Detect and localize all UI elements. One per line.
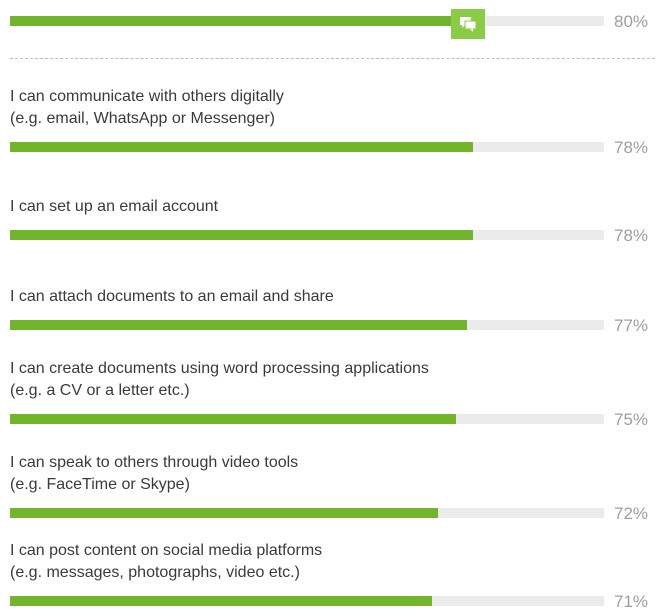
bar-track [10, 508, 604, 518]
highlight-bar-track [10, 16, 604, 26]
category-label-line: I can communicate with others digitally [10, 88, 284, 105]
value-label: 72% [614, 504, 649, 523]
category-label-line: I can attach documents to an email and s… [10, 288, 334, 305]
value-label: 77% [614, 316, 649, 335]
bar-track [10, 230, 604, 240]
bar [10, 230, 473, 240]
category-label-line: I can speak to others through video tool… [10, 454, 299, 471]
bar-track [10, 142, 604, 152]
bar [10, 320, 467, 330]
category-label: I can attach documents to an email and s… [10, 286, 610, 308]
bar [10, 142, 473, 152]
category-label: I can create documents using word proces… [10, 358, 610, 402]
category-label: I can set up an email account [10, 196, 610, 218]
highlight-value-label: 80% [614, 12, 649, 31]
category-label-line: (e.g. messages, photographs, video etc.) [10, 564, 300, 581]
highlight-bar [10, 16, 485, 26]
category-label-line: (e.g. a CV or a letter etc.) [10, 382, 190, 399]
bar [10, 596, 432, 606]
category-label: I can speak to others through video tool… [10, 452, 610, 496]
bar-track [10, 320, 604, 330]
dashed-divider [10, 58, 655, 59]
value-label: 71% [614, 592, 649, 611]
category-label: I can post content on social media platf… [10, 540, 610, 584]
category-label-line: (e.g. FaceTime or Skype) [10, 476, 190, 493]
value-label: 78% [614, 138, 649, 157]
category-label-line: I can create documents using word proces… [10, 360, 429, 377]
bar-track [10, 414, 604, 424]
category-label-line: (e.g. email, WhatsApp or Messenger) [10, 110, 275, 127]
bar [10, 508, 438, 518]
category-label-line: I can post content on social media platf… [10, 542, 323, 559]
value-label: 75% [614, 410, 649, 429]
category-label: I can communicate with others digitally (… [10, 86, 610, 130]
category-label-line: I can set up an email account [10, 198, 219, 215]
bar-track [10, 596, 604, 606]
bar [10, 414, 456, 424]
value-label: 78% [614, 226, 649, 245]
chat-bubbles-icon [451, 9, 485, 39]
